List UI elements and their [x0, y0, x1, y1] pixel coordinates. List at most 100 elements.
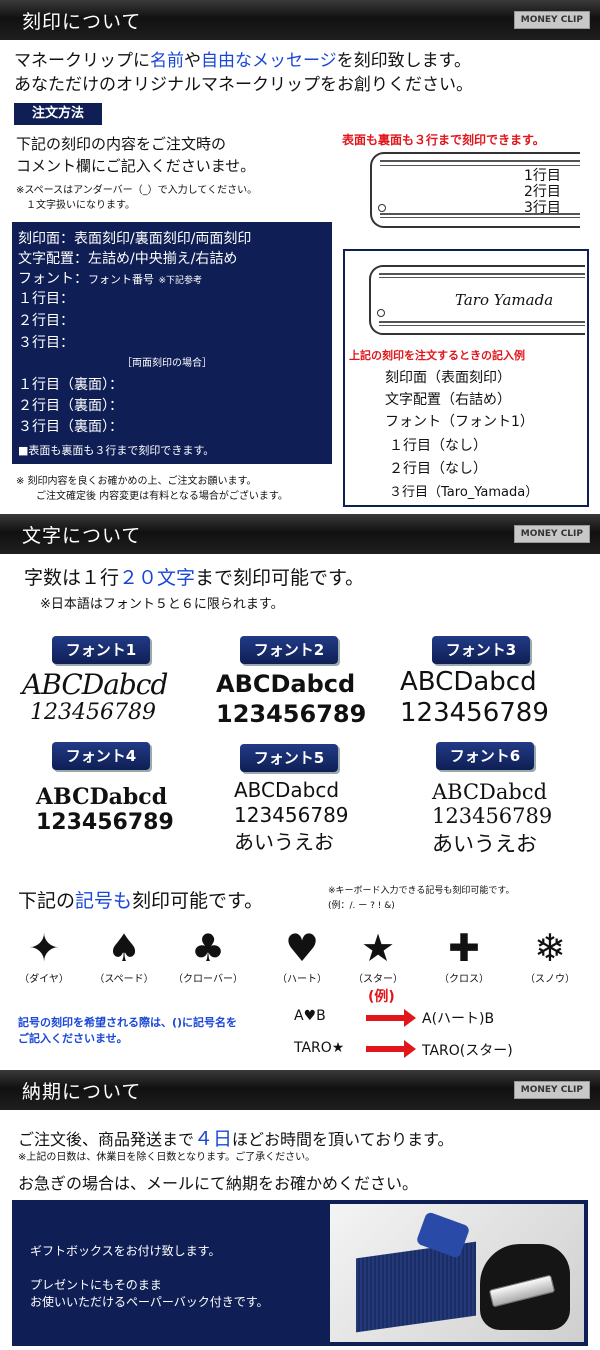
template-line: フォント：フォント番号 ※下記参考	[18, 268, 202, 288]
symbol-label: （クロス）	[439, 974, 489, 985]
gift-text-3: お使いいただけるペーパーバック付きです。	[30, 1295, 269, 1309]
font-sample-1-letters: ABCDabcd	[22, 668, 168, 701]
urgent-note: お急ぎの場合は、メールにて納期をお確かめください。	[18, 1174, 419, 1193]
red-arrow-icon	[366, 1046, 406, 1052]
gift-box-banner: ギフトボックスをお付け致します。 プレゼントにもそのまま お使いいただけるペーパ…	[12, 1200, 588, 1346]
font-label-4: フォント4	[52, 742, 150, 770]
symbol-label: （ハート）	[277, 974, 327, 985]
clip-stripe	[379, 273, 585, 275]
symbol-label: （クローバー）	[173, 974, 243, 985]
section-title: 刻印について	[22, 11, 142, 33]
font-sample-5-digits: 123456789	[234, 803, 349, 827]
count-highlight: ２０文字	[119, 567, 196, 589]
symbol-label: （スター）	[353, 974, 403, 985]
clip-stripe	[380, 160, 580, 162]
intro-text: マネークリップに	[14, 51, 150, 71]
symbol-spade: ♠ （スペード）	[84, 926, 164, 985]
symbol-label: （スペード）	[94, 974, 154, 985]
gift-photo	[330, 1204, 584, 1342]
font-sample-6-digits: 123456789	[432, 804, 553, 828]
section-title: 納期について	[22, 1081, 142, 1103]
clip-stripe	[379, 277, 585, 278]
clip-stripe	[380, 217, 580, 218]
font-label-6: フォント6	[436, 742, 534, 770]
example-input-2: TARO★	[294, 1040, 345, 1056]
intro-text: を刻印致します。	[336, 51, 471, 71]
font-label-3: フォント3	[432, 636, 530, 664]
snowflake-icon: ❄	[534, 926, 566, 970]
font-sample-4-letters: ABCDabcd	[36, 784, 168, 810]
template-line: １行目：	[18, 291, 74, 307]
symbol-label: （ダイヤ）	[19, 974, 69, 985]
section-header-characters: 文字について MONEY CLIP	[0, 514, 600, 554]
symbol-clover: ♣ （クローバー）	[168, 926, 248, 985]
template-text: フォント：	[18, 271, 88, 287]
clip-stripe	[379, 321, 585, 323]
example-heading: 上記の刻印を注文するときの記入例	[349, 349, 525, 362]
business-day-note: ※上記の日数は、休業日を除く日数となります。ご了承ください。	[18, 1152, 316, 1163]
font-sample-6-kana: あいうえお	[432, 832, 537, 856]
template-line: 文字配置：左詰め/中央揃え/右詰め	[18, 251, 238, 267]
intro-line-2: あなただけのオリジナルマネークリップをお創りください。	[14, 75, 473, 95]
intro-highlight-name: 名前	[150, 51, 184, 71]
symbol-star: ★ （スター）	[338, 926, 418, 985]
font-sample-3-letters: ABCDabcd	[400, 667, 537, 697]
template-line: ■表面も裏面も３行まで刻印できます。	[18, 444, 215, 457]
order-instruction-1: 下記の刻印の内容をご注文時の	[16, 135, 227, 153]
money-clip-badge: MONEY CLIP	[513, 1081, 590, 1099]
font-label-5: フォント5	[240, 744, 338, 772]
font-sample-5-kana: あいうえお	[234, 830, 334, 854]
delivery-line: ご注文後、商品発送まで４日ほどお時間を頂いております。	[18, 1124, 453, 1151]
confirm-note-1: ※ 刻印内容を良くお確かめの上、ご注文お願います。	[16, 476, 257, 487]
symbol-diamond: ✦ （ダイヤ）	[4, 926, 84, 985]
count-text: まで刻印可能です。	[195, 567, 365, 589]
symbol-cross: ✚ （クロス）	[424, 926, 504, 985]
star-icon: ★	[360, 926, 396, 970]
order-instruction-2: コメント欄にご記入くださいませ。	[16, 157, 256, 175]
symbol-instruction-1: 記号の刻印を希望される際は、()に記号名を	[18, 1016, 238, 1029]
font-label-2: フォント2	[240, 636, 338, 664]
char-count-line: 字数は１行２０文字まで刻印可能です。	[24, 563, 364, 590]
clover-icon: ♣	[190, 926, 226, 970]
section-header-delivery: 納期について MONEY CLIP	[0, 1070, 600, 1110]
example-label: (例)	[368, 989, 395, 1005]
example-line: フォント（フォント1）	[385, 414, 534, 430]
heart-icon: ♥	[284, 926, 320, 970]
template-line: ３行目：	[18, 335, 74, 351]
red-arrow-icon	[366, 1015, 406, 1021]
confirm-note-2: ご注文確定後 内容変更は有料となる場合がございます。	[36, 491, 288, 502]
gift-text-1: ギフトボックスをお付け致します。	[30, 1244, 221, 1258]
delivery-text: ご注文後、商品発送まで	[18, 1130, 195, 1149]
japanese-font-note: ※日本語はフォント５と６に限られます。	[40, 597, 284, 612]
money-clip-illustration: 1行目 2行目 3行目	[370, 152, 580, 228]
intro-highlight-message: 自由なメッセージ	[201, 51, 337, 71]
template-line: ［両面刻印の場合］	[122, 358, 212, 369]
three-lines-note: 表面も裏面も３行まで刻印できます。	[342, 133, 545, 147]
spade-icon: ♠	[106, 926, 142, 970]
symbols-heading: 下記の記号も刻印可能です。	[18, 886, 263, 913]
clip-line: 3行目	[524, 200, 561, 216]
font-sample-5-letters: ABCDabcd	[234, 778, 340, 802]
font-sample-4-digits: 123456789	[36, 810, 174, 835]
symbols-highlight: 記号も	[75, 890, 133, 912]
delivery-days: ４日	[194, 1128, 233, 1150]
example-line: 刻印面（表面刻印）	[385, 370, 511, 386]
clip-engraving: Taro Yamada	[455, 291, 554, 309]
gift-text-2: プレゼントにもそのまま	[30, 1278, 162, 1292]
font-sample-1-digits: 123456789	[30, 700, 156, 725]
example-box: Taro Yamada 上記の刻印を注文するときの記入例 刻印面（表面刻印） 文…	[343, 249, 589, 507]
symbol-label: （スノウ）	[525, 974, 575, 985]
template-line: 刻印面：表面刻印/裏面刻印/両面刻印	[18, 231, 252, 247]
template-line: ２行目（裏面）：	[18, 398, 123, 414]
order-method-label: 注文方法	[14, 103, 102, 125]
example-line: ２行目（なし）	[389, 461, 487, 477]
delivery-text: ほどお時間を頂いております。	[232, 1130, 454, 1149]
keyboard-symbol-note: ※キーボード入力できる記号も刻印可能です。	[328, 886, 515, 896]
template-line: １行目（裏面）：	[18, 377, 123, 393]
template-line: ３行目（裏面）：	[18, 419, 123, 435]
money-clip-badge: MONEY CLIP	[513, 525, 590, 543]
example-output-1: A(ハート)B	[422, 1011, 495, 1027]
count-text: 字数は１行	[24, 567, 120, 589]
symbol-instruction-2: ご記入くださいませ。	[18, 1032, 128, 1045]
symbol-heart: ♥ （ハート）	[262, 926, 342, 985]
